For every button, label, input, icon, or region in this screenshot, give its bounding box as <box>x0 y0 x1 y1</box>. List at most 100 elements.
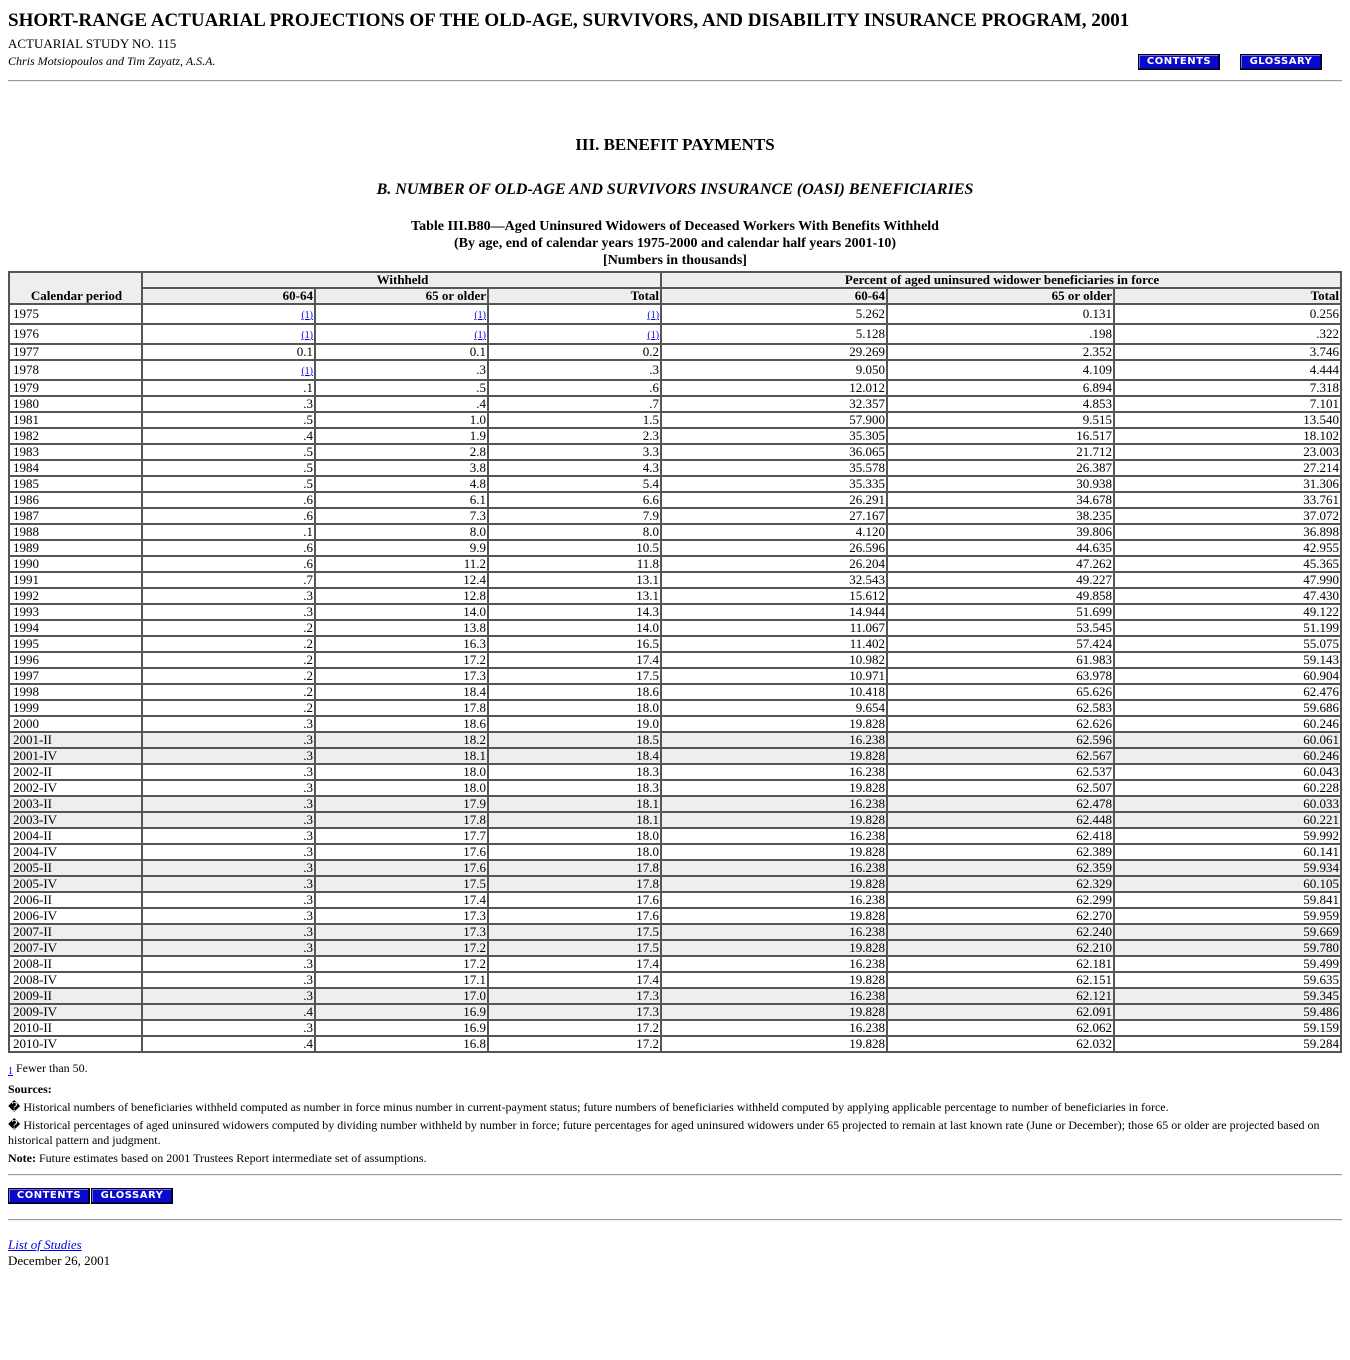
list-of-studies-link[interactable]: List of Studies <box>8 1237 82 1252</box>
footnote: 1 Fewer than 50. <box>8 1061 1342 1079</box>
col-header-percent-60-64: 60-64 <box>660 287 889 305</box>
table-row: 2008-II .3 17.2 17.4 16.238 62.181 59.499 <box>8 955 1343 973</box>
cell-withheld-60-64: .3 <box>141 603 316 621</box>
cell-withheld-65-older: 17.8 <box>314 811 489 829</box>
glossary-button[interactable]: GLOSSARY <box>91 1188 173 1204</box>
cell-withheld-total: 8.0 <box>486 523 663 541</box>
table-row: 1989.6 9.9 10.5 26.596 44.635 42.955 <box>8 539 1343 557</box>
cell-percent-total: 47.430 <box>1113 587 1343 605</box>
cell-withheld-60-64: .3 <box>141 987 316 1005</box>
cell-withheld-65-older: 18.4 <box>314 683 489 701</box>
footnote-link[interactable]: (1) <box>647 310 659 321</box>
table-row: 2003-IV .3 17.8 18.1 19.828 62.448 60.221 <box>8 811 1343 829</box>
cell-withheld-65-older: 0.1 <box>314 343 489 361</box>
cell-percent-total: 47.990 <box>1113 571 1343 589</box>
notes: 1 Fewer than 50. Sources: � Historical n… <box>8 1061 1342 1166</box>
footnote-link[interactable]: (1) <box>474 310 486 321</box>
cell-withheld-65-older: 4.8 <box>314 475 489 493</box>
cell-period: 2000 <box>8 715 143 733</box>
footnote-link[interactable]: (1) <box>301 310 313 321</box>
cell-percent-60-64: 29.269 <box>660 343 889 361</box>
cell-withheld-60-64: .3 <box>141 875 316 893</box>
cell-withheld-total: 18.0 <box>486 699 663 717</box>
contents-button[interactable]: CONTENTS <box>1138 54 1220 70</box>
cell-withheld-total: 17.5 <box>486 939 663 957</box>
footnote-link[interactable]: (1) <box>474 330 486 341</box>
cell-period: 1978 <box>8 359 143 381</box>
cell-period: 2001-IV <box>8 747 143 765</box>
cell-period: 2010-IV <box>8 1035 143 1053</box>
cell-percent-60-64: 10.971 <box>660 667 889 685</box>
cell-percent-65-older: 53.545 <box>886 619 1116 637</box>
source-2: � Historical percentages of aged uninsur… <box>8 1118 1342 1148</box>
cell-withheld-65-older: 17.3 <box>314 923 489 941</box>
cell-withheld-total: 17.8 <box>486 875 663 893</box>
cell-withheld-60-64: .3 <box>141 939 316 957</box>
note: Note: Future estimates based on 2001 Tru… <box>8 1151 1342 1166</box>
table-caption: Table III.B80—Aged Uninsured Widowers of… <box>8 218 1342 269</box>
bottom-nav: CONTENTS GLOSSARY <box>8 1186 1342 1204</box>
cell-withheld-60-64: .2 <box>141 651 316 669</box>
cell-withheld-65-older: 17.6 <box>314 859 489 877</box>
cell-withheld-65-older: 17.2 <box>314 939 489 957</box>
footnote-link[interactable]: (1) <box>647 330 659 341</box>
cell-withheld-60-64: .1 <box>141 523 316 541</box>
cell-percent-total: 60.246 <box>1113 747 1343 765</box>
cell-withheld-65-older: 14.0 <box>314 603 489 621</box>
cell-percent-total: 55.075 <box>1113 635 1343 653</box>
cell-withheld-60-64: .3 <box>141 859 316 877</box>
cell-withheld-65-older: 17.1 <box>314 971 489 989</box>
cell-percent-total: 60.061 <box>1113 731 1343 749</box>
cell-period: 2007-IV <box>8 939 143 957</box>
cell-withheld-65-older: (1) <box>314 303 489 325</box>
cell-withheld-60-64: .2 <box>141 619 316 637</box>
cell-percent-60-64: 16.238 <box>660 891 889 909</box>
table-row: 1998.2 18.4 18.6 10.418 65.626 62.476 <box>8 683 1343 701</box>
cell-withheld-total: 17.2 <box>486 1019 663 1037</box>
cell-percent-60-64: 16.238 <box>660 923 889 941</box>
cell-period: 1999 <box>8 699 143 717</box>
cell-percent-total: 0.256 <box>1113 303 1343 325</box>
cell-percent-60-64: 19.828 <box>660 875 889 893</box>
table-row: 2000.3 18.6 19.0 19.828 62.626 60.246 <box>8 715 1343 733</box>
cell-percent-65-older: 62.507 <box>886 779 1116 797</box>
cell-percent-total: 60.228 <box>1113 779 1343 797</box>
cell-withheld-65-older: 18.0 <box>314 779 489 797</box>
cell-withheld-65-older: .3 <box>314 359 489 381</box>
bullet-icon: � <box>8 1100 21 1114</box>
cell-percent-65-older: 62.537 <box>886 763 1116 781</box>
table-row: 2010-IV .4 16.8 17.2 19.828 62.032 59.284 <box>8 1035 1343 1053</box>
cell-percent-60-64: 10.418 <box>660 683 889 701</box>
study-number: ACTUARIAL STUDY NO. 115 <box>8 36 177 51</box>
cell-percent-65-older: 16.517 <box>886 427 1116 445</box>
cell-percent-65-older: 62.181 <box>886 955 1116 973</box>
cell-period: 2002-IV <box>8 779 143 797</box>
cell-period: 2009-IV <box>8 1003 143 1021</box>
footnote-link[interactable]: (1) <box>301 330 313 341</box>
cell-withheld-total: 18.1 <box>486 795 663 813</box>
cell-withheld-60-64: .3 <box>141 907 316 925</box>
cell-percent-total: 60.141 <box>1113 843 1343 861</box>
cell-withheld-total: 10.5 <box>486 539 663 557</box>
cell-withheld-total: 18.1 <box>486 811 663 829</box>
contents-button[interactable]: CONTENTS <box>8 1188 90 1204</box>
glossary-button[interactable]: GLOSSARY <box>1240 54 1322 70</box>
table-row: 1999.2 17.8 18.0 9.654 62.583 59.686 <box>8 699 1343 717</box>
bullet-icon: � <box>8 1118 21 1132</box>
cell-period: 2003-II <box>8 795 143 813</box>
footnote-link[interactable]: (1) <box>301 366 313 377</box>
cell-percent-65-older: 2.352 <box>886 343 1116 361</box>
table-row: 1984.5 3.8 4.3 35.578 26.387 27.214 <box>8 459 1343 477</box>
divider <box>8 1219 1342 1221</box>
cell-percent-60-64: 16.238 <box>660 859 889 877</box>
table-row: 2006-IV .3 17.3 17.6 19.828 62.270 59.959 <box>8 907 1343 925</box>
group-header-withheld: Withheld <box>140 271 663 289</box>
table-row: 1976 (1) (1) (1) 5.128.198.322 <box>8 323 1343 345</box>
cell-withheld-65-older: 18.6 <box>314 715 489 733</box>
col-header-withheld-total: Total <box>486 287 663 305</box>
cell-withheld-total: 1.5 <box>486 411 663 429</box>
cell-period: 2003-IV <box>8 811 143 829</box>
cell-withheld-60-64: .2 <box>141 683 316 701</box>
cell-percent-total: 60.105 <box>1113 875 1343 893</box>
cell-withheld-total: 11.8 <box>486 555 663 573</box>
